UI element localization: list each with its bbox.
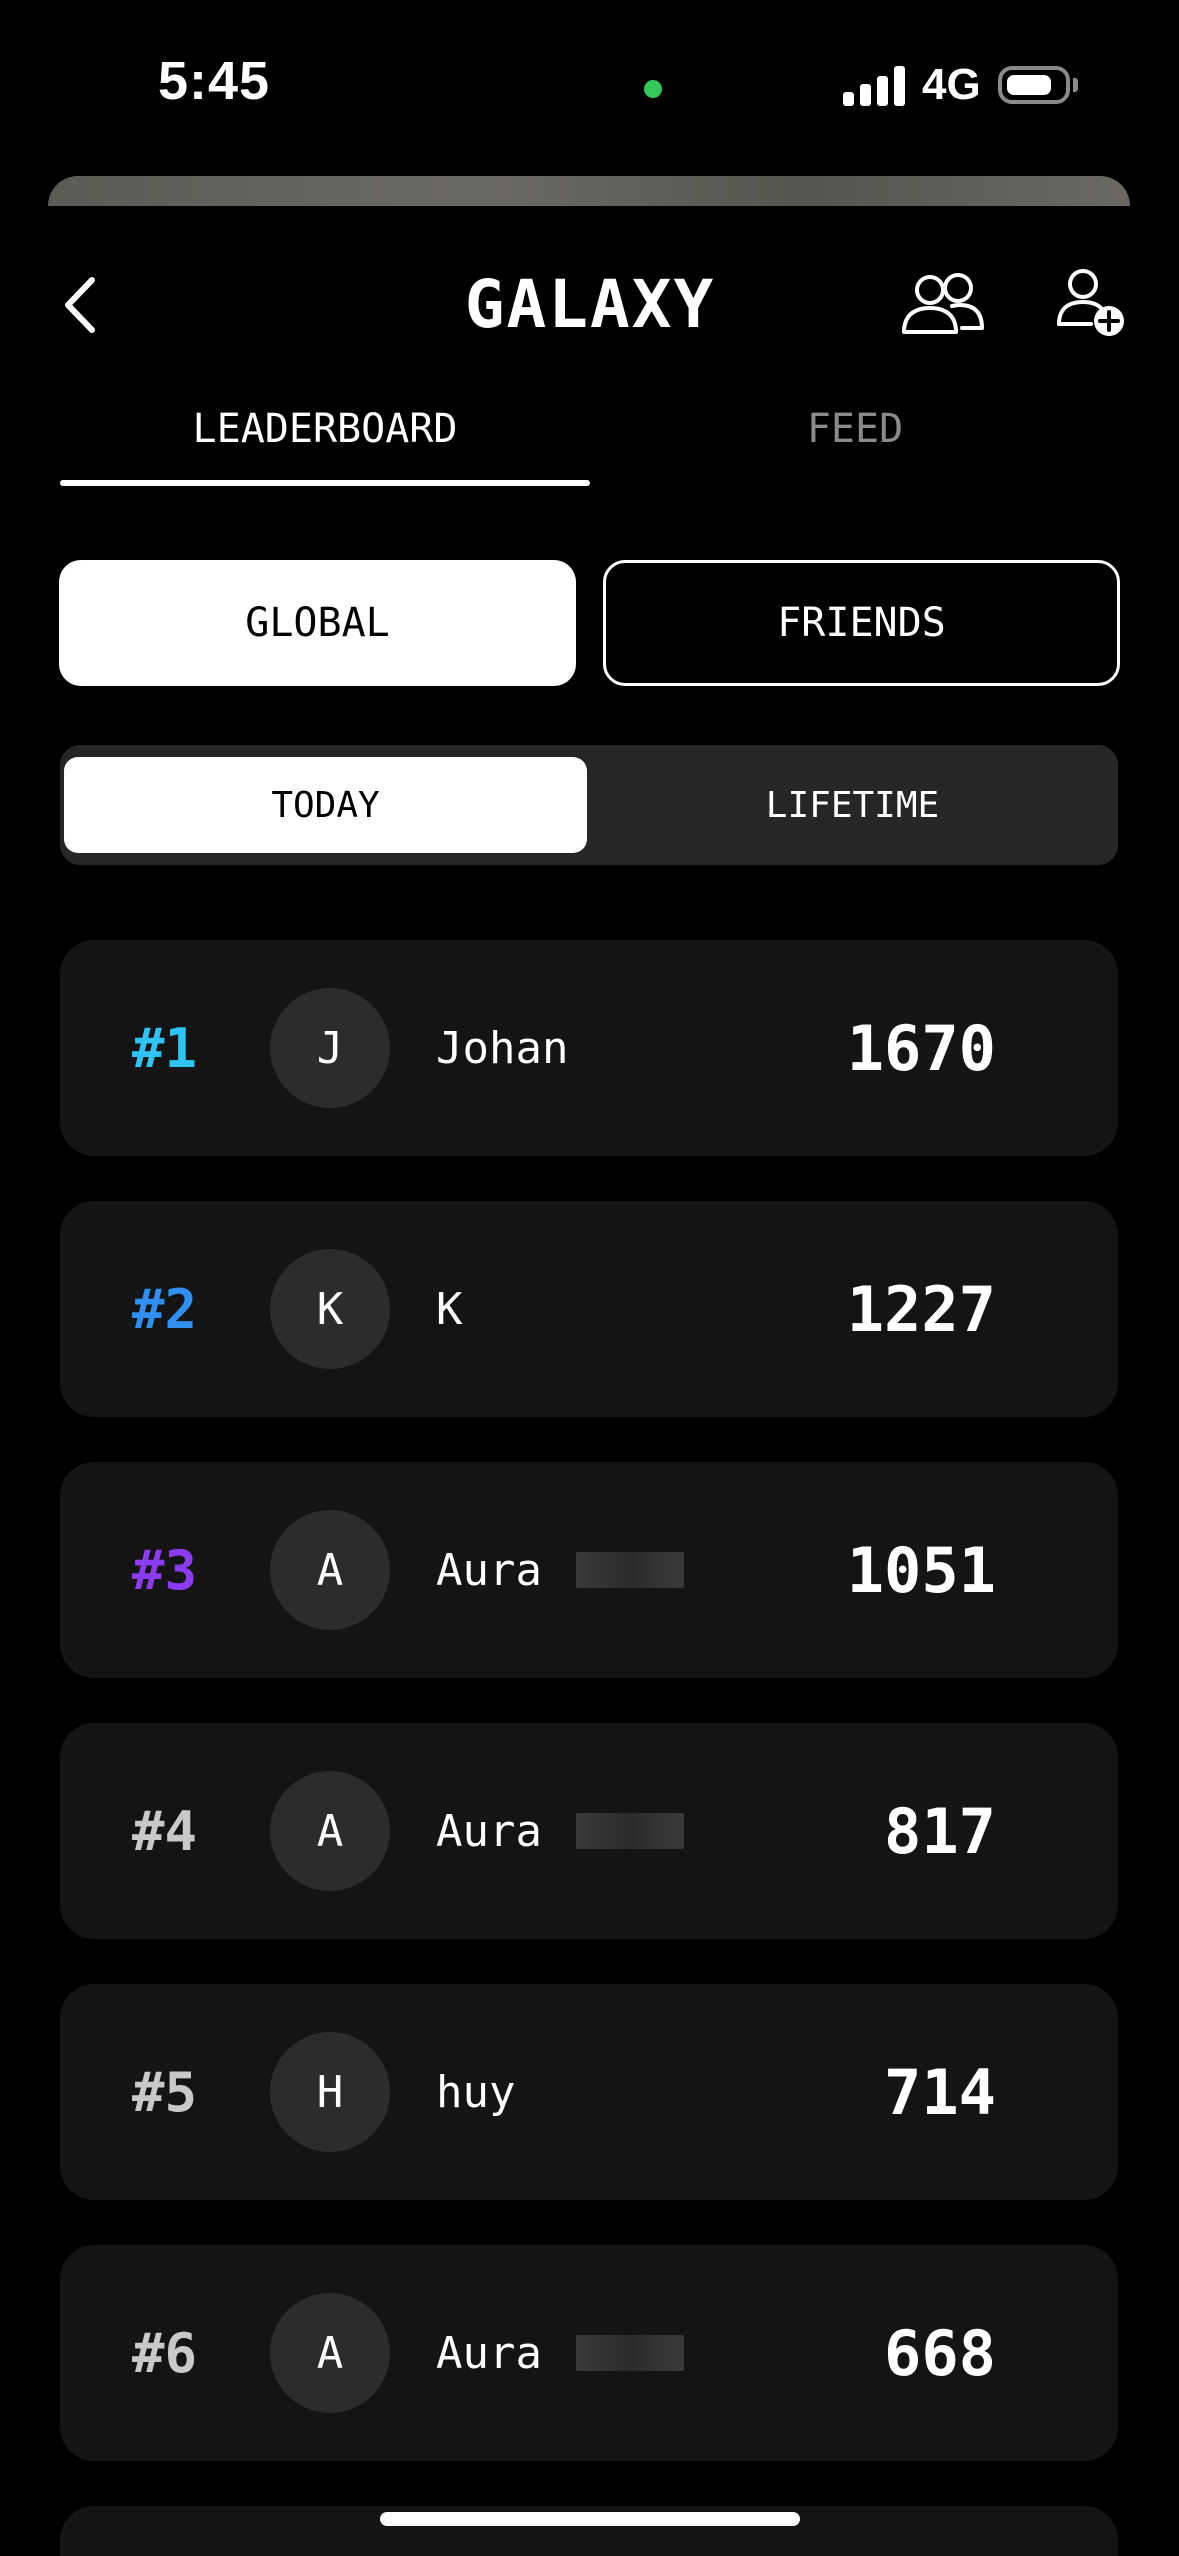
- global-button[interactable]: GLOBAL: [59, 560, 576, 686]
- avatar: J: [270, 988, 390, 1108]
- chevron-left-icon: [65, 277, 95, 333]
- leaderboard-row[interactable]: #3 A Aura 1051: [60, 1462, 1118, 1678]
- battery-level-fill: [1007, 75, 1051, 95]
- avatar: A: [270, 1771, 390, 1891]
- avatar: K: [270, 1249, 390, 1369]
- username: Aura: [436, 2327, 542, 2379]
- username: K: [436, 1283, 463, 1335]
- username: huy: [436, 2066, 516, 2118]
- back-button[interactable]: [56, 270, 106, 340]
- score: 817: [884, 1794, 996, 1868]
- battery-terminal: [1073, 78, 1078, 92]
- tab-feed[interactable]: FEED: [590, 406, 1120, 452]
- tab-leaderboard[interactable]: LEADERBOARD: [60, 406, 590, 452]
- score: 1670: [846, 1011, 996, 1085]
- username: Aura: [436, 1805, 542, 1857]
- username: Johan: [436, 1022, 569, 1074]
- camera-indicator-dot: [644, 80, 662, 98]
- status-time: 5:45: [158, 51, 271, 111]
- leaderboard-row[interactable]: #5 H huy 714: [60, 1984, 1118, 2200]
- avatar: H: [270, 2032, 390, 2152]
- redacted-name-suffix: [576, 2335, 684, 2371]
- home-indicator[interactable]: [380, 2512, 800, 2526]
- redacted-name-suffix: [576, 1552, 684, 1588]
- friends-button[interactable]: [900, 270, 986, 340]
- rank-label: #1: [132, 1016, 198, 1080]
- rank-label: #5: [132, 2060, 198, 2124]
- leaderboard-row[interactable]: #1 J Johan 1670: [60, 940, 1118, 1156]
- signal-strength-icon: [843, 66, 907, 106]
- add-friend-button[interactable]: [1055, 266, 1129, 340]
- score: 1227: [846, 1272, 996, 1346]
- avatar: A: [270, 2293, 390, 2413]
- rank-label: #3: [132, 1538, 198, 1602]
- score: 668: [884, 2316, 996, 2390]
- lifetime-segment[interactable]: LIFETIME: [591, 757, 1114, 853]
- network-type-label: 4G: [922, 60, 981, 109]
- rank-label: #2: [132, 1277, 198, 1341]
- leaderboard-row[interactable]: #2 K K 1227: [60, 1201, 1118, 1417]
- friends-filter-button[interactable]: FRIENDS: [603, 560, 1120, 686]
- rank-label: #6: [132, 2321, 198, 2385]
- username: Aura: [436, 1544, 542, 1596]
- period-segmented-control: TODAY LIFETIME: [60, 745, 1118, 865]
- page-title: GALAXY: [464, 266, 716, 343]
- active-tab-underline: [60, 480, 590, 486]
- rank-label: #4: [132, 1799, 198, 1863]
- leaderboard-row[interactable]: #6 A Aura 668: [60, 2245, 1118, 2461]
- redacted-name-suffix: [576, 1813, 684, 1849]
- score: 714: [884, 2055, 996, 2129]
- battery-icon: [998, 66, 1070, 104]
- avatar: A: [270, 1510, 390, 1630]
- today-segment[interactable]: TODAY: [64, 757, 587, 853]
- leaderboard-row[interactable]: #4 A Aura 817: [60, 1723, 1118, 1939]
- header-image-strip: [48, 176, 1130, 206]
- person-plus-icon: [1057, 269, 1124, 336]
- people-icon: [902, 273, 984, 334]
- score: 1051: [846, 1533, 996, 1607]
